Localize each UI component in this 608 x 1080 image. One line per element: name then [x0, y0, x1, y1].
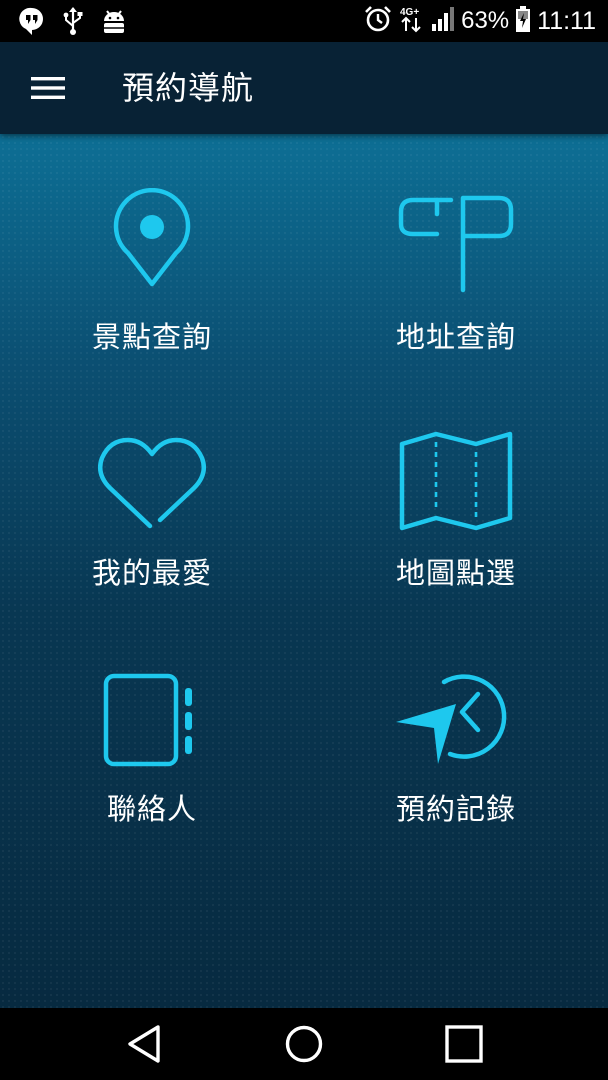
system-status: 4G+ 63% 11:11 — [363, 4, 596, 38]
alarm-icon — [363, 4, 393, 38]
menu-item-label: 聯絡人 — [106, 792, 197, 826]
back-icon — [128, 1025, 160, 1063]
app-bar: 預約導航 — [0, 42, 608, 134]
signal-icon — [431, 4, 455, 38]
home-icon — [285, 1025, 323, 1063]
usb-icon — [62, 6, 84, 40]
android-debug-icon — [100, 6, 128, 40]
signpost-icon — [398, 195, 514, 293]
recents-button[interactable] — [414, 1008, 514, 1080]
menu-item-map-select[interactable]: 地圖點選 — [336, 414, 576, 614]
main-menu: 景點查詢 地址查詢 我的最愛 地圖點選 聯絡人 預約記錄 — [0, 134, 608, 1008]
folded-map-icon — [399, 431, 513, 531]
clock: 11:11 — [537, 7, 596, 35]
menu-item-label: 我的最愛 — [91, 556, 212, 590]
network-type-label: 4G+ — [400, 7, 419, 18]
page-title: 預約導航 — [122, 69, 255, 107]
contacts-book-icon — [103, 673, 192, 767]
menu-item-contacts[interactable]: 聯絡人 — [32, 650, 272, 850]
notification-icons — [18, 6, 128, 40]
menu-button[interactable] — [20, 66, 76, 110]
menu-item-label: 景點查詢 — [91, 320, 212, 354]
heart-icon — [98, 437, 206, 529]
location-pin-icon — [113, 188, 191, 287]
menu-item-attraction-search[interactable]: 景點查詢 — [32, 178, 272, 378]
hamburger-menu-icon — [31, 77, 65, 99]
battery-charging-icon — [515, 4, 531, 38]
recents-icon — [445, 1025, 483, 1063]
menu-item-booking-history[interactable]: 預約記錄 — [336, 650, 576, 850]
screen: 4G+ 63% 11:11 預約導航 景點查詢 地址查詢 我的最愛 地圖點選 聯… — [0, 0, 608, 1080]
menu-item-label: 地圖點選 — [395, 556, 516, 590]
network-4g-icon: 4G+ — [399, 4, 425, 38]
hangouts-icon — [18, 6, 46, 40]
home-button[interactable] — [254, 1008, 354, 1080]
system-nav-bar — [0, 1008, 608, 1080]
history-icon — [396, 674, 507, 764]
status-bar: 4G+ 63% 11:11 — [0, 0, 608, 42]
back-button[interactable] — [94, 1008, 194, 1080]
menu-item-favorites[interactable]: 我的最愛 — [32, 414, 272, 614]
menu-item-address-search[interactable]: 地址查詢 — [336, 178, 576, 378]
menu-item-label: 預約記錄 — [395, 792, 516, 826]
battery-percentage: 63% — [461, 7, 510, 34]
menu-item-label: 地址查詢 — [395, 320, 516, 354]
